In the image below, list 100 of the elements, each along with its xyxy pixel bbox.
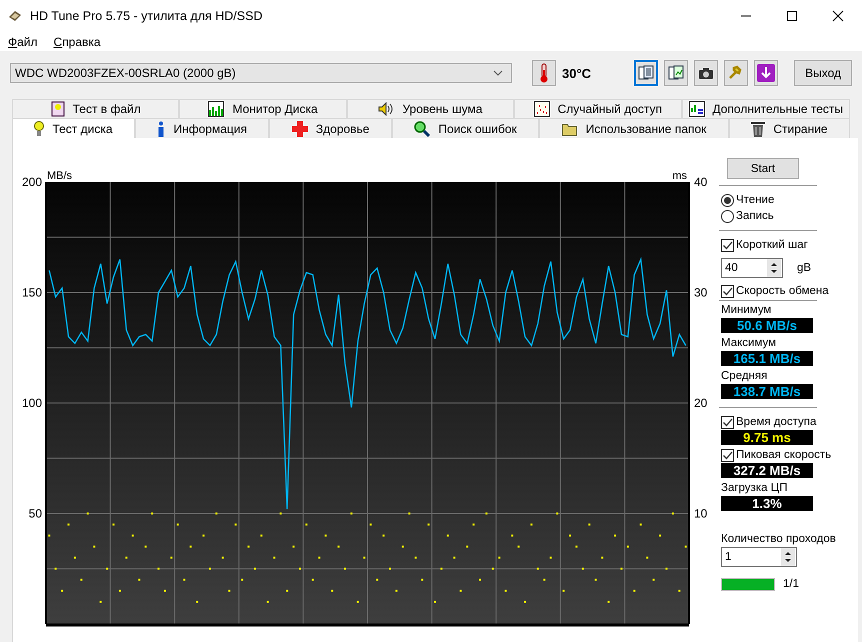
access-time-point (659, 534, 662, 537)
access-time-point (460, 590, 462, 592)
access-time-point (395, 590, 398, 592)
axis-tick-label: 150 (22, 286, 42, 300)
menu-item[interactable]: Файл (8, 34, 38, 48)
access-time-point (575, 546, 578, 548)
screenshot-button[interactable] (694, 60, 718, 86)
tab[interactable]: Дополнительные тесты (682, 99, 850, 118)
tab[interactable]: Тест в файл (12, 99, 180, 118)
access-time-point (170, 556, 172, 559)
access-time-point (620, 568, 622, 570)
access-time-point (646, 556, 648, 559)
access-time-point (550, 556, 552, 559)
unit-label: gB (797, 262, 812, 274)
access-time-point (292, 546, 295, 548)
maximize-icon[interactable] (786, 10, 798, 22)
checkbox[interactable] (721, 448, 734, 462)
checkbox[interactable] (721, 416, 734, 428)
readout-label: Максимум (721, 336, 778, 351)
access-time-point (318, 556, 320, 559)
readout-label: Загрузка ЦП (721, 481, 788, 496)
chevron-down-icon (493, 70, 503, 76)
access-time-point (530, 524, 532, 526)
spin-field[interactable]: 40 (721, 258, 783, 278)
search-icon (414, 120, 430, 136)
access-time-point (594, 578, 597, 581)
access-time-point (376, 578, 378, 581)
access-time-point (472, 524, 475, 526)
access-time-point (228, 590, 230, 592)
tab[interactable]: Стирание (728, 118, 850, 138)
readout-display: 138.7 MB/s (721, 384, 813, 399)
access-time-point (54, 568, 57, 570)
axis-tick-label: 20 (694, 396, 708, 410)
menu-item[interactable]: Справка (54, 34, 101, 48)
spin-field[interactable]: 1 (721, 547, 797, 567)
readout-display: 327.2 MB/s (721, 463, 813, 478)
drive-dropdown[interactable]: WDC WD2003FZEX-00SRLA0 (2000 gB) (10, 63, 512, 83)
access-time-point (588, 524, 590, 526)
close-icon[interactable] (832, 10, 844, 22)
access-time-point (652, 578, 655, 581)
checkbox[interactable] (721, 238, 734, 252)
readout-display: 9.75 ms (721, 430, 813, 445)
axis-tick-label: 200 (22, 175, 42, 189)
checkbox[interactable] (721, 284, 734, 298)
copy-button[interactable] (634, 60, 658, 86)
access-time-point (132, 534, 134, 537)
tab[interactable]: Информация (135, 118, 270, 138)
tab[interactable]: Монитор Диска (179, 99, 347, 118)
copy-chart-button[interactable] (664, 60, 688, 86)
access-time-point (626, 546, 629, 548)
options-button[interactable] (724, 60, 748, 86)
access-time-point (524, 600, 526, 603)
readout-display: 1.3% (721, 496, 813, 511)
access-time-point (196, 600, 198, 603)
access-time-point (158, 568, 160, 570)
access-time-point (453, 556, 456, 559)
access-time-point (363, 556, 366, 559)
tab[interactable]: Использование папок (539, 118, 729, 138)
save-button[interactable] (754, 60, 778, 86)
checkbox-label: Время доступа (736, 416, 816, 428)
tab[interactable]: Уровень шума (346, 99, 514, 118)
access-time-point (562, 590, 565, 592)
readout-display: 50.6 MB/s (721, 318, 813, 333)
radio-label: Чтение (736, 194, 774, 206)
access-time-point (202, 534, 205, 537)
start-button[interactable]: Start (727, 158, 799, 179)
access-time-point (241, 578, 244, 581)
access-time-point (80, 578, 82, 581)
radio-button[interactable] (721, 210, 734, 222)
access-time-point (100, 600, 102, 603)
axis-tick-label: 40 (694, 175, 708, 189)
spinner-arrows-icon[interactable] (767, 259, 781, 277)
tab[interactable]: Поиск ошибок (392, 118, 540, 138)
access-time-point (569, 534, 572, 537)
axis-unit-label: MB/s (47, 170, 72, 182)
spinner-arrows-icon[interactable] (781, 548, 795, 566)
access-time-point (298, 568, 301, 570)
tab[interactable]: Здоровье (269, 118, 392, 138)
folder-icon (562, 122, 578, 136)
access-time-point (466, 546, 468, 548)
access-time-point (74, 556, 76, 559)
axis-tick-label: 30 (694, 286, 708, 300)
access-time-point (248, 546, 250, 548)
access-time-point (434, 600, 436, 603)
camera-icon (698, 66, 714, 80)
readout-label: Минимум (721, 303, 772, 318)
exit-button[interactable]: Выход (794, 60, 852, 86)
tab[interactable]: Случайный доступ (514, 99, 682, 118)
access-time-point (446, 534, 449, 537)
access-time-point (608, 600, 610, 603)
bar-graph-icon (208, 101, 224, 117)
thermometer-button[interactable] (532, 60, 556, 86)
radio-button[interactable] (721, 194, 734, 206)
access-time-point (222, 556, 224, 559)
access-time-point (504, 590, 507, 592)
access-time-point (382, 534, 385, 537)
access-time-point (421, 578, 424, 581)
temperature-value: 30°C (562, 66, 592, 80)
lightbulb-icon (34, 120, 44, 136)
tab[interactable]: Тест диска (12, 118, 135, 138)
